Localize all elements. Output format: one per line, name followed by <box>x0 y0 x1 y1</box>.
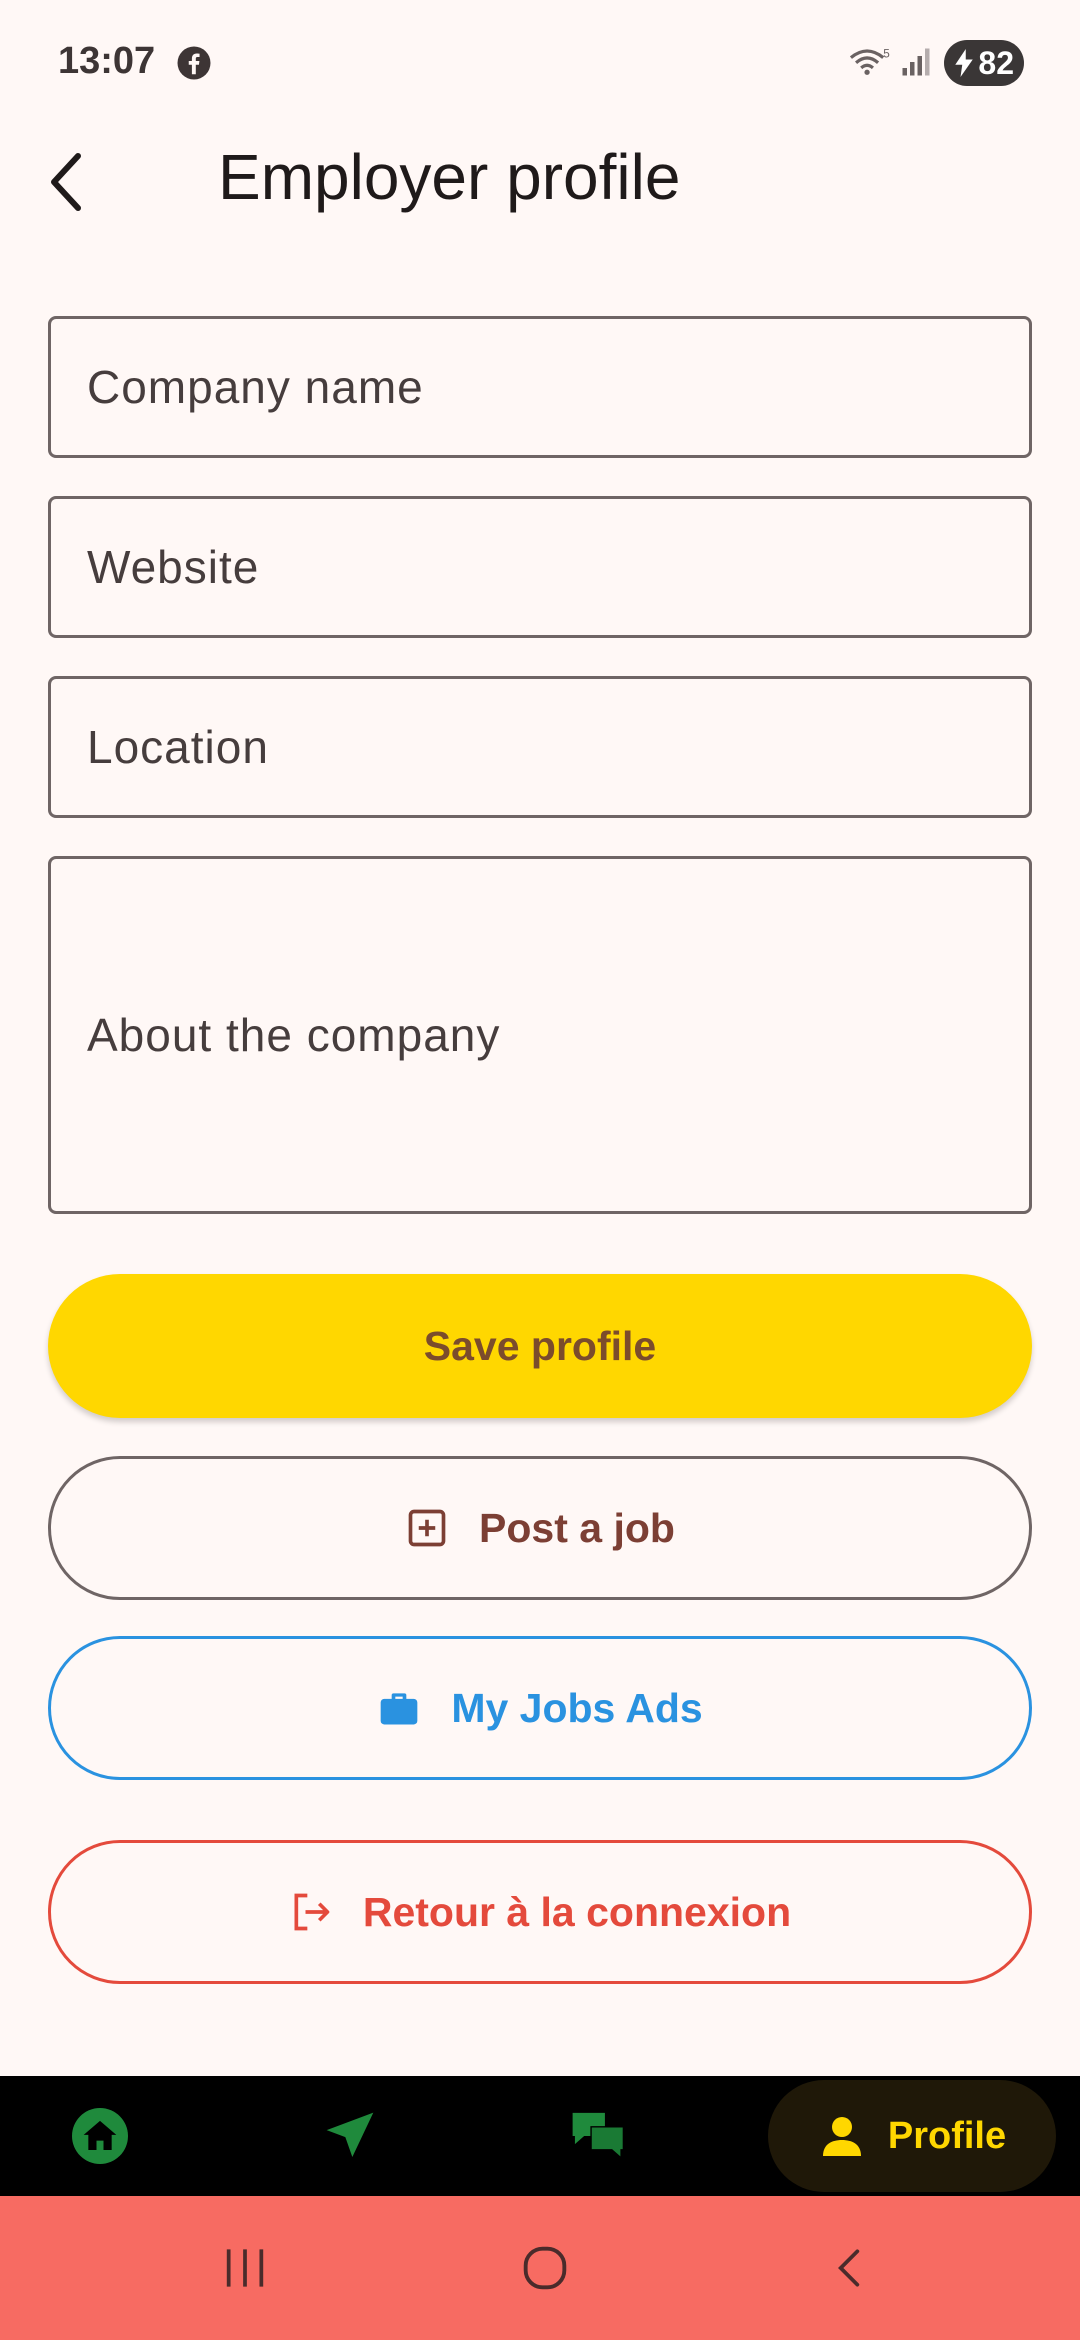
signal-icon <box>902 48 930 76</box>
recent-apps-icon <box>226 2249 264 2287</box>
send-icon <box>326 2112 374 2157</box>
page-title: Employer profile <box>218 141 681 213</box>
about-company-placeholder: About the company <box>87 1009 501 1061</box>
home-system-button[interactable] <box>500 2196 590 2340</box>
back-button[interactable] <box>40 146 92 218</box>
website-placeholder: Website <box>87 541 260 593</box>
recent-apps-button[interactable] <box>200 2196 290 2340</box>
about-company-field[interactable]: About the company <box>48 856 1032 1214</box>
home-icon <box>72 2108 128 2164</box>
company-name-placeholder: Company name <box>87 361 424 413</box>
logout-button[interactable]: Retour à la connexion <box>48 1840 1032 1984</box>
bottom-navigation: Profile <box>0 2076 1080 2196</box>
system-navigation-bar <box>0 2196 1080 2340</box>
my-jobs-ads-label: My Jobs Ads <box>451 1684 703 1731</box>
chat-icon <box>572 2112 625 2160</box>
location-field[interactable]: Location <box>48 676 1032 818</box>
facebook-icon <box>177 46 211 80</box>
location-placeholder: Location <box>87 721 269 773</box>
nav-profile-label: Profile <box>887 2114 1007 2157</box>
post-job-label: Post a job <box>479 1504 675 1551</box>
battery-charging-icon <box>955 49 973 77</box>
add-box-icon <box>405 1506 449 1550</box>
wifi-icon: 5 <box>849 48 890 75</box>
nav-home[interactable] <box>62 2076 138 2196</box>
my-jobs-ads-button[interactable]: My Jobs Ads <box>48 1636 1032 1780</box>
svg-text:5: 5 <box>883 48 890 61</box>
status-bar: 13:07 5 82 <box>0 0 1080 120</box>
save-profile-label: Save profile <box>423 1322 657 1369</box>
logout-icon <box>289 1890 333 1934</box>
briefcase-icon <box>377 1686 421 1730</box>
status-time: 13:07 <box>58 40 156 82</box>
save-profile-button[interactable]: Save profile <box>48 1274 1032 1418</box>
home-circle-icon <box>523 2246 567 2290</box>
post-job-button[interactable]: Post a job <box>48 1456 1032 1600</box>
logout-label: Retour à la connexion <box>362 1888 792 1935</box>
nav-profile[interactable]: Profile <box>768 2080 1056 2192</box>
battery-indicator: 82 <box>944 40 1024 86</box>
company-name-field[interactable]: Company name <box>48 316 1032 458</box>
person-icon <box>822 2117 861 2156</box>
nav-send[interactable] <box>312 2076 388 2196</box>
back-system-button[interactable] <box>804 2196 894 2340</box>
website-field[interactable]: Website <box>48 496 1032 638</box>
chevron-left-icon <box>51 153 81 211</box>
nav-chat[interactable] <box>560 2076 636 2196</box>
back-arrow-icon <box>838 2249 860 2287</box>
battery-level: 82 <box>978 44 1014 81</box>
